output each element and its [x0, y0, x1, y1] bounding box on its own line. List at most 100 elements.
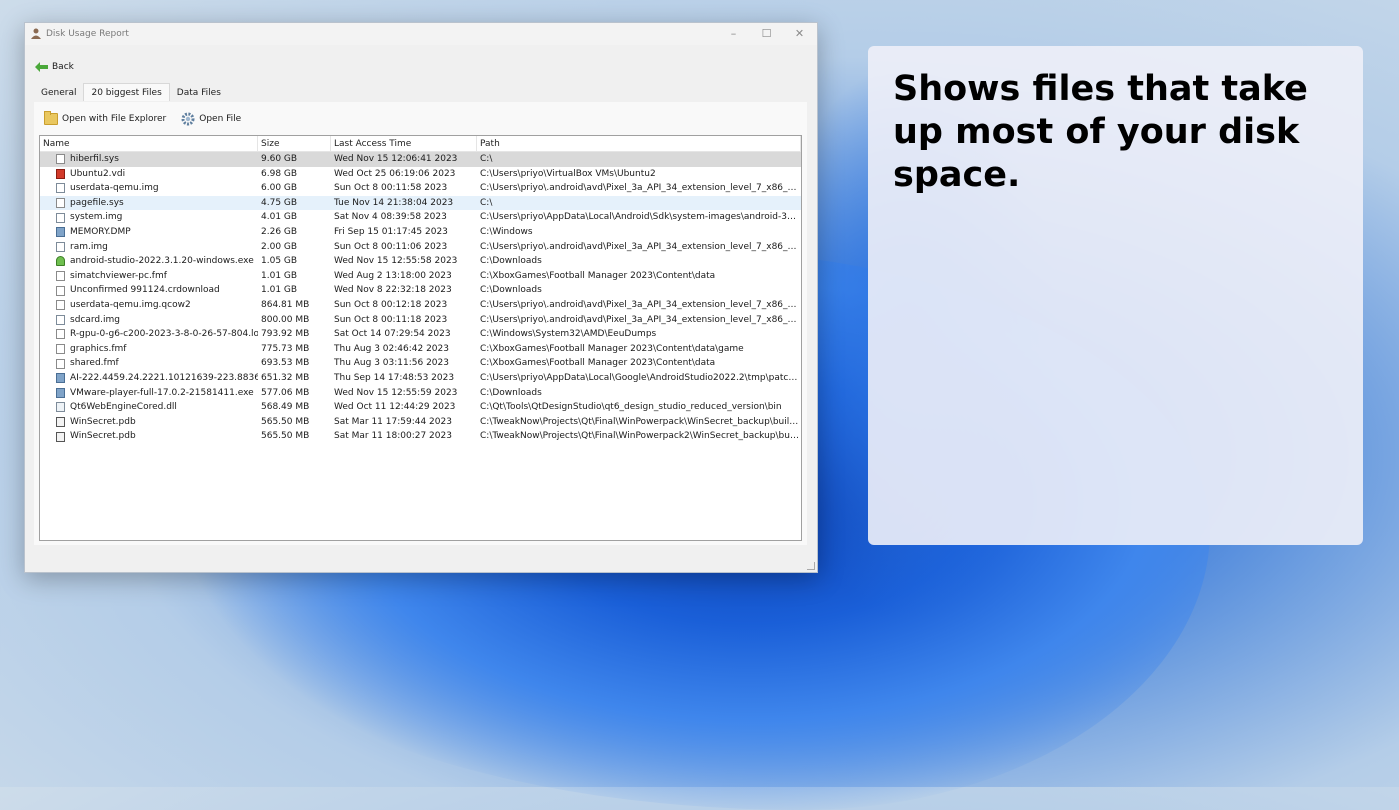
table-row[interactable]: MEMORY.DMP 2.26 GB Fri Sep 15 01:17:45 202…: [40, 225, 801, 240]
file-name: graphics.fmf: [70, 343, 127, 354]
patch-file-icon: [56, 373, 65, 384]
table-row[interactable]: AI-222.4459.24.2221.10121639-223.8836.35…: [40, 371, 801, 386]
file-name: ram.img: [70, 241, 108, 252]
cell-size: 2.00 GB: [261, 241, 298, 252]
file-name: WinSecret.pdb: [70, 416, 136, 427]
cell-name: Ubuntu2.vdi: [40, 167, 258, 182]
dump-file-icon: [56, 227, 65, 238]
cell-path: C:\Users\priyo\.android\avd\Pixel_3a_API…: [480, 183, 801, 194]
title-bar[interactable]: Disk Usage Report – ☐ ✕: [25, 23, 817, 45]
table-row[interactable]: system.img 4.01 GB Sat Nov 4 08:39:58 2023…: [40, 210, 801, 225]
table-row[interactable]: Unconfirmed 991124.crdownload 1.01 GB Wed …: [40, 283, 801, 298]
table-row[interactable]: android-studio-2022.3.1.20-windows.exe 1.…: [40, 254, 801, 269]
list-body: hiberfil.sys 9.60 GB Wed Nov 15 12:06:41 2…: [40, 152, 801, 444]
table-row[interactable]: shared.fmf 693.53 MB Thu Aug 3 03:11:56 20…: [40, 356, 801, 371]
promo-headline: Shows files that take up most of your di…: [893, 69, 1308, 195]
resize-grip[interactable]: [807, 562, 815, 570]
file-name: system.img: [70, 212, 123, 223]
table-row[interactable]: Qt6WebEngineCored.dll 568.49 MB Wed Oct 11…: [40, 400, 801, 415]
cell-name: hiberfil.sys: [40, 152, 258, 167]
file-icon: [56, 271, 65, 282]
gear-icon: [181, 112, 195, 126]
cell-size: 793.92 MB: [261, 329, 310, 340]
cell-last-access: Sun Oct 8 00:11:18 2023: [334, 314, 448, 325]
cell-path: C:\: [480, 154, 493, 164]
table-row[interactable]: VMware-player-full-17.0.2-21581411.exe 57…: [40, 386, 801, 401]
cell-last-access: Sat Nov 4 08:39:58 2023: [334, 212, 447, 223]
file-icon: [56, 300, 65, 311]
cell-last-access: Wed Nov 15 12:55:58 2023: [334, 256, 458, 267]
user-icon: [31, 28, 41, 39]
vmware-exe-icon: [56, 387, 65, 398]
tab-panel: Open with File Explorer Open File Name S…: [34, 102, 807, 545]
cell-path: C:\: [480, 197, 493, 208]
disk-usage-window: Disk Usage Report – ☐ ✕ Back General 20 …: [24, 22, 818, 573]
column-size[interactable]: Size: [258, 136, 331, 151]
cell-size: 565.50 MB: [261, 431, 310, 442]
cell-last-access: Wed Oct 11 12:44:29 2023: [334, 402, 456, 413]
back-button[interactable]: Back: [35, 60, 74, 74]
cell-size: 4.75 GB: [261, 197, 298, 208]
table-row[interactable]: sdcard.img 800.00 MB Sun Oct 8 00:11:18 20…: [40, 313, 801, 328]
open-file-button[interactable]: Open File: [181, 112, 241, 126]
open-with-explorer-button[interactable]: Open with File Explorer: [44, 111, 166, 125]
image-file-icon: [56, 314, 65, 325]
close-button[interactable]: ✕: [783, 23, 816, 45]
file-name: userdata-qemu.img: [70, 183, 159, 194]
table-row[interactable]: userdata-qemu.img.qcow2 864.81 MB Sun Oct …: [40, 298, 801, 313]
file-name: Unconfirmed 991124.crdownload: [70, 285, 220, 296]
cell-size: 577.06 MB: [261, 387, 310, 398]
cell-last-access: Tue Nov 14 21:38:04 2023: [334, 197, 454, 208]
cell-size: 1.01 GB: [261, 270, 298, 281]
table-row[interactable]: graphics.fmf 775.73 MB Thu Aug 3 02:46:42 …: [40, 342, 801, 357]
tab-data-files[interactable]: Data Files: [170, 84, 228, 100]
file-list[interactable]: Name Size Last Access Time Path hiberfil…: [39, 135, 802, 541]
column-last-access[interactable]: Last Access Time: [331, 136, 477, 151]
file-name: android-studio-2022.3.1.20-windows.exe: [70, 256, 254, 267]
cell-size: 651.32 MB: [261, 372, 310, 383]
table-row[interactable]: hiberfil.sys 9.60 GB Wed Nov 15 12:06:41 2…: [40, 152, 801, 167]
file-icon: [56, 285, 65, 296]
tab-bar: General 20 biggest Files Data Files: [34, 83, 228, 101]
table-row[interactable]: R-gpu-0-g6-c200-2023-3-8-0-26-57-804.log…: [40, 327, 801, 342]
file-name: Ubuntu2.vdi: [70, 168, 126, 179]
cell-path: C:\XboxGames\Football Manager 2023\Conte…: [480, 343, 744, 354]
table-row[interactable]: ram.img 2.00 GB Sun Oct 8 00:11:06 2023 C:\…: [40, 240, 801, 255]
cell-size: 1.05 GB: [261, 256, 298, 267]
maximize-button[interactable]: ☐: [750, 23, 783, 45]
cell-name: VMware-player-full-17.0.2-21581411.exe: [40, 386, 258, 401]
minimize-button[interactable]: –: [717, 23, 750, 45]
table-row[interactable]: WinSecret.pdb 565.50 MB Sat Mar 11 18:00:2…: [40, 429, 801, 444]
cell-name: sdcard.img: [40, 313, 258, 328]
tab-general[interactable]: General: [34, 84, 83, 100]
table-row[interactable]: pagefile.sys 4.75 GB Tue Nov 14 21:38:04 2…: [40, 195, 801, 211]
table-row[interactable]: simatchviewer-pc.fmf 1.01 GB Wed Aug 2 13:…: [40, 269, 801, 284]
table-row[interactable]: WinSecret.pdb 565.50 MB Sat Mar 11 17:59:4…: [40, 415, 801, 430]
cell-last-access: Wed Nov 8 22:32:18 2023: [334, 285, 452, 296]
cell-size: 6.00 GB: [261, 183, 298, 194]
cell-last-access: Sun Oct 8 00:12:18 2023: [334, 299, 448, 310]
file-icon: [56, 358, 65, 369]
cell-name: userdata-qemu.img.qcow2: [40, 298, 258, 313]
cell-path: C:\XboxGames\Football Manager 2023\Conte…: [480, 270, 716, 281]
cell-name: R-gpu-0-g6-c200-2023-3-8-0-26-57-804.log: [40, 327, 258, 342]
cell-name: pagefile.sys: [40, 196, 258, 211]
column-name[interactable]: Name: [40, 136, 258, 151]
cell-path: C:\Users\priyo\AppData\Local\Android\Sdk…: [480, 212, 801, 223]
column-path[interactable]: Path: [477, 136, 801, 151]
cell-path: C:\Windows: [480, 226, 533, 237]
cell-size: 864.81 MB: [261, 299, 310, 310]
table-row[interactable]: Ubuntu2.vdi 6.98 GB Wed Oct 25 06:19:06 20…: [40, 167, 801, 182]
table-row[interactable]: userdata-qemu.img 6.00 GB Sun Oct 8 00:11:…: [40, 181, 801, 196]
image-file-icon: [56, 241, 65, 252]
cell-size: 6.98 GB: [261, 168, 298, 179]
tab-20-biggest-files[interactable]: 20 biggest Files: [83, 83, 170, 101]
file-name: R-gpu-0-g6-c200-2023-3-8-0-26-57-804.log: [70, 329, 258, 340]
folder-icon: [44, 111, 58, 125]
cell-path: C:\XboxGames\Football Manager 2023\Conte…: [480, 358, 716, 369]
cell-name: system.img: [40, 210, 258, 225]
file-name: userdata-qemu.img.qcow2: [70, 299, 191, 310]
cell-last-access: Sat Oct 14 07:29:54 2023: [334, 329, 451, 340]
back-label: Back: [52, 62, 74, 72]
file-name: Qt6WebEngineCored.dll: [70, 402, 177, 413]
